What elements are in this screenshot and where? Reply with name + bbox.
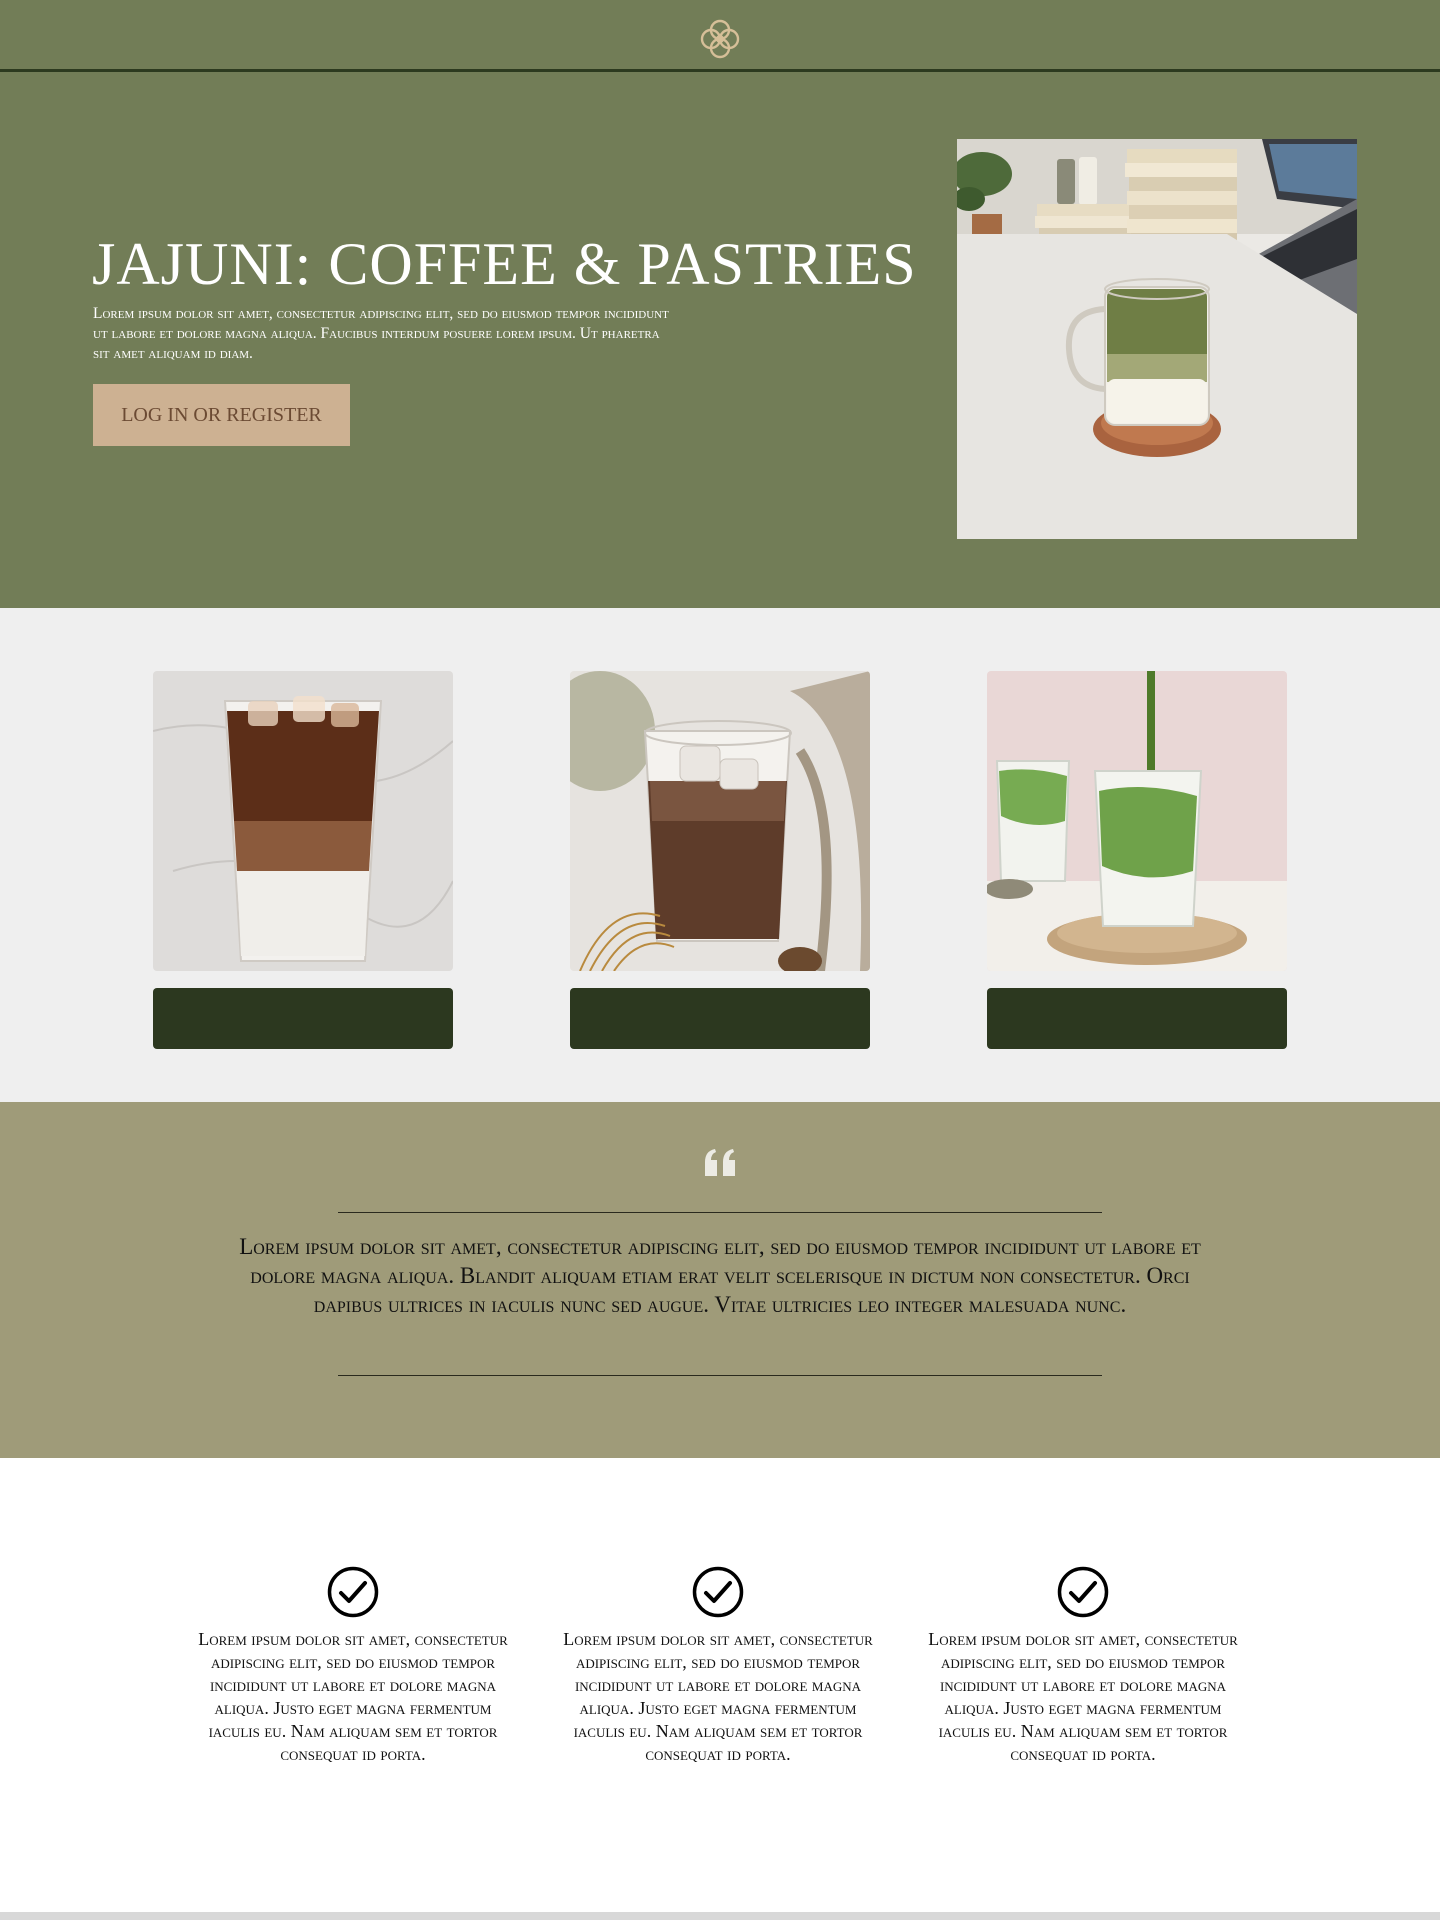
iced-mocha-photo[interactable] xyxy=(570,671,870,971)
quatrefoil-logo-icon[interactable] xyxy=(697,16,743,62)
hero-title: JAJUNI: COFFEE & PASTRIES xyxy=(92,231,917,297)
feature-item-2: Lorem ipsum dolor sit amet, consectetur … xyxy=(548,1566,888,1766)
feature-item-3: Lorem ipsum dolor sit amet, consectetur … xyxy=(913,1566,1253,1766)
product-button-3[interactable] xyxy=(987,988,1287,1049)
login-register-button[interactable]: LOG IN OR REGISTER xyxy=(93,384,350,446)
testimonial-section: Lorem ipsum dolor sit amet, consectetur … xyxy=(0,1102,1440,1458)
product-button-1[interactable] xyxy=(153,988,453,1049)
feature-text-2: Lorem ipsum dolor sit amet, consectetur … xyxy=(563,1629,873,1764)
hero-section: JAJUNI: COFFEE & PASTRIES Lorem ipsum do… xyxy=(0,72,1440,608)
quote-icon xyxy=(705,1149,735,1176)
check-circle-icon xyxy=(1057,1566,1109,1618)
quote-divider-bottom xyxy=(338,1375,1102,1376)
matcha-pour-photo[interactable] xyxy=(987,671,1287,971)
quote-divider-top xyxy=(338,1212,1102,1213)
site-header xyxy=(0,0,1440,72)
footer-strip xyxy=(0,1912,1440,1920)
feature-text-3: Lorem ipsum dolor sit amet, consectetur … xyxy=(928,1629,1238,1764)
product-button-2[interactable] xyxy=(570,988,870,1049)
iced-matcha-latte-photo xyxy=(957,139,1357,539)
testimonial-text: Lorem ipsum dolor sit amet, consectetur … xyxy=(239,1234,1201,1317)
check-circle-icon xyxy=(692,1566,744,1618)
hero-description: Lorem ipsum dolor sit amet, consectetur … xyxy=(93,305,669,362)
features-section: Lorem ipsum dolor sit amet, consectetur … xyxy=(0,1458,1440,1912)
feature-text-1: Lorem ipsum dolor sit amet, consectetur … xyxy=(198,1629,508,1764)
feature-item-1: Lorem ipsum dolor sit amet, consectetur … xyxy=(183,1566,523,1766)
iced-coffee-latte-photo[interactable] xyxy=(153,671,453,971)
products-section xyxy=(0,608,1440,1102)
check-circle-icon xyxy=(327,1566,379,1618)
